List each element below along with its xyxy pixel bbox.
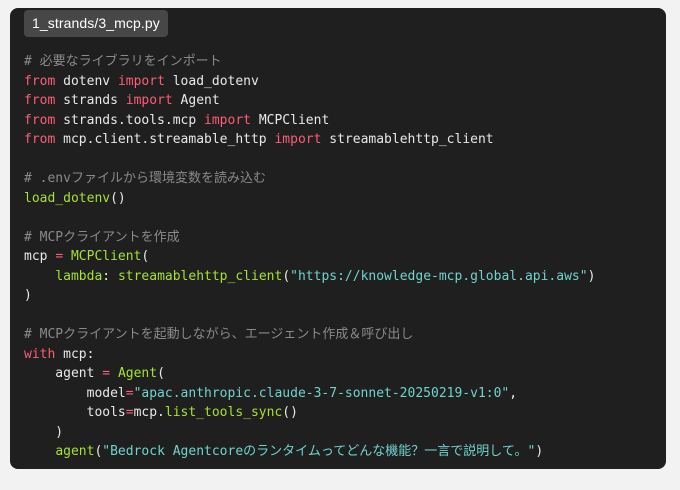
code-function: MCPClient: [70, 249, 142, 264]
code-function: load_dotenv: [24, 190, 111, 206]
code-keyword: import: [117, 73, 165, 89]
code-string: "Bedrock Agentcoreのランタイムってどんな機能？一言で説明して。…: [102, 444, 536, 459]
code-text: ): [535, 444, 544, 459]
code-line: load_dotenv(): [24, 189, 595, 209]
code-keyword: from: [24, 93, 56, 108]
code-line: agent("Bedrock Agentcoreのランタイムってどんな機能？一言…: [24, 442, 595, 462]
code-block: 1_strands/3_mcp.py # 必要なライブラリをインポート from …: [10, 8, 666, 469]
code-text: mcp:: [55, 346, 95, 362]
code-comment: # 必要なライブラリをインポート: [24, 54, 222, 69]
code-keyword: =: [102, 366, 111, 381]
code-keyword: import: [125, 93, 173, 108]
code-line: model="apac.anthropic.claude-3-7-sonnet-…: [24, 384, 595, 404]
code-comment: # .envファイルから環境変数を読み込む: [24, 171, 266, 186]
code-keyword: with: [24, 346, 56, 362]
code-line: lambda: streamablehttp_client("https://k…: [24, 267, 595, 287]
code-line: with mcp:: [24, 345, 595, 365]
code-line: # MCPクライアントを起動しながら、エージェント作成＆呼び出し: [24, 325, 595, 345]
code-keyword: from: [24, 73, 56, 89]
code-line: from mcp.client.streamable_http import s…: [24, 130, 595, 150]
code-keyword: import: [204, 112, 251, 128]
code-text: (: [282, 268, 291, 284]
code-comment: # MCPクライアントを起動しながら、エージェント作成＆呼び出し: [24, 327, 414, 342]
code-line: tools=mcp.list_tools_sync(): [24, 403, 595, 423]
code-text: model: [24, 385, 126, 401]
code-comment: # MCPクライアントを作成: [24, 229, 180, 245]
code-text: strands: [55, 93, 126, 108]
code-text: dotenv: [55, 73, 118, 89]
code-line: from strands import Agent: [24, 91, 595, 111]
code-text: mcp: [24, 249, 56, 264]
code-text: mcp.: [133, 405, 165, 420]
code-line: # .envファイルから環境変数を読み込む: [24, 169, 595, 189]
code-function: streamablehttp_client: [117, 268, 283, 284]
code-text: tools: [24, 405, 126, 420]
file-name-tab: 1_strands/3_mcp.py: [24, 10, 168, 37]
code-content: # 必要なライブラリをインポート from dotenv import load_…: [24, 52, 595, 462]
code-keyword: =: [125, 385, 134, 401]
code-function: list_tools_sync: [164, 405, 283, 420]
code-line: # MCPクライアントを作成: [24, 228, 595, 248]
code-function: Agent: [117, 366, 158, 381]
code-keyword: =: [125, 405, 134, 420]
code-line: ): [24, 286, 595, 306]
code-text: streamablehttp_client: [321, 132, 494, 147]
code-text: load_dotenv: [164, 73, 259, 89]
code-text: :: [102, 268, 118, 284]
code-string: "https://knowledge-mcp.global.api.aws": [290, 268, 588, 284]
code-text: (): [282, 405, 298, 420]
code-keyword: from: [24, 132, 56, 147]
code-line: mcp = MCPClient(: [24, 247, 595, 267]
code-line: agent = Agent(: [24, 364, 595, 384]
code-keyword: from: [24, 112, 56, 128]
code-text: ,: [509, 385, 518, 401]
code-line: from dotenv import load_dotenv: [24, 72, 595, 92]
code-text: mcp.client.streamable_http: [55, 132, 275, 147]
code-string: "apac.anthropic.claude-3-7-sonnet-202502…: [133, 385, 510, 401]
code-function: lambda: [55, 268, 103, 284]
code-line: ): [24, 423, 595, 443]
code-keyword: import: [274, 132, 322, 147]
code-line: from strands.tools.mcp import MCPClient: [24, 111, 595, 131]
code-function: agent: [55, 444, 95, 459]
code-keyword: =: [55, 249, 64, 264]
code-text: ): [587, 268, 596, 284]
code-text: ): [24, 288, 32, 303]
code-text: ): [24, 424, 64, 440]
code-text: (: [141, 249, 150, 264]
code-text: MCPClient: [251, 112, 330, 128]
code-line: # 必要なライブラリをインポート: [24, 52, 595, 72]
code-text: strands.tools.mcp: [55, 112, 205, 128]
code-text: Agent: [172, 93, 220, 108]
code-text: (): [110, 190, 126, 206]
code-text: (: [157, 366, 165, 381]
code-text: agent: [24, 366, 103, 381]
